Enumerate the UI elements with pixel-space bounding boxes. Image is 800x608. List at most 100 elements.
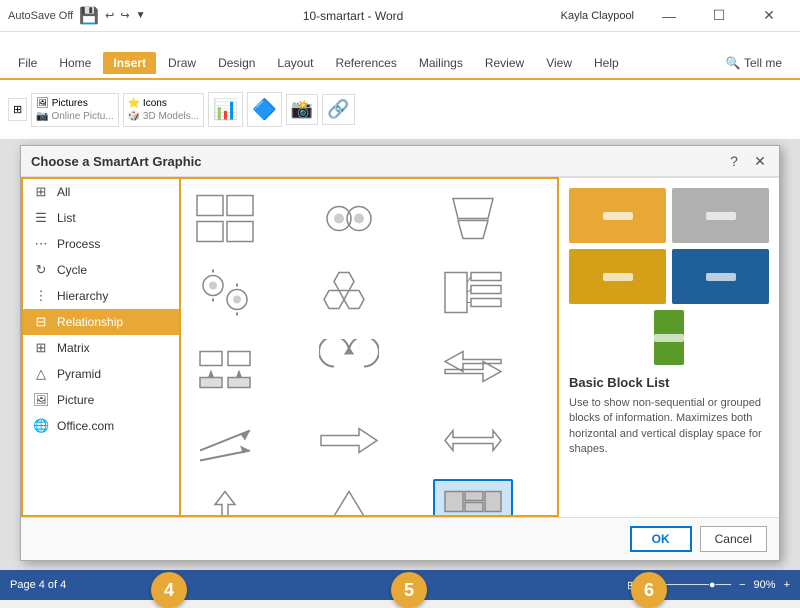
matrix-icon: ⊞ (33, 340, 49, 356)
undo-icon[interactable]: ↩ (105, 9, 114, 22)
badge-5: 5 (391, 572, 427, 608)
tab-file[interactable]: File (8, 52, 47, 74)
zoom-minus[interactable]: − (739, 579, 745, 591)
category-cycle[interactable]: ↻ Cycle (23, 257, 179, 283)
graphic-item-11[interactable] (309, 405, 389, 475)
graphic-svg-3 (443, 191, 503, 246)
relationship-icon: ⊟ (33, 314, 49, 330)
graphics-grid (185, 183, 553, 517)
tab-tell-me[interactable]: 🔍 Tell me (716, 52, 792, 74)
category-list[interactable]: ☰ List (23, 205, 179, 231)
tab-home[interactable]: Home (49, 52, 101, 74)
zoom-plus[interactable]: + (784, 579, 790, 591)
hierarchy-icon: ⋮ (33, 288, 49, 304)
tab-references[interactable]: References (325, 52, 406, 74)
tab-insert[interactable]: Insert (103, 52, 156, 74)
graphic-item-9[interactable] (433, 331, 513, 401)
dropdown-icon[interactable]: ▼ (136, 10, 146, 21)
window-title: 10-smartart - Word (303, 9, 403, 23)
graphic-item-15[interactable] (433, 479, 513, 517)
maximize-button[interactable]: ☐ (696, 2, 742, 30)
category-pyramid-label: Pyramid (57, 367, 101, 381)
redo-icon[interactable]: ↪ (120, 9, 129, 22)
graphic-item-8[interactable] (309, 331, 389, 401)
preview-panel: Basic Block List Use to show non-sequent… (559, 177, 779, 517)
graphic-item-1[interactable] (185, 183, 265, 253)
graphic-item-10[interactable] (185, 405, 265, 475)
dialog-close-button[interactable]: ✕ (751, 152, 769, 170)
3d-models-label[interactable]: 🎲 3D Models... (128, 111, 199, 122)
close-button[interactable]: ✕ (746, 2, 792, 30)
pyramid-icon: △ (33, 366, 49, 382)
category-process-label: Process (57, 237, 100, 251)
preview-tile-yellow (569, 249, 666, 304)
graphic-svg-9 (443, 339, 503, 394)
preview-title: Basic Block List (569, 375, 769, 390)
category-picture[interactable]: 🖼 Picture (23, 387, 179, 413)
tab-help[interactable]: Help (584, 52, 629, 74)
tab-layout[interactable]: Layout (267, 52, 323, 74)
save-icon[interactable]: 💾 (79, 6, 99, 26)
picture-icon: 🖼 (33, 392, 49, 408)
zoom-level: 90% (754, 579, 776, 591)
graphic-item-12[interactable] (433, 405, 513, 475)
screenshot-button[interactable]: 📸 (286, 94, 318, 125)
titlebar: AutoSave Off 💾 ↩ ↪ ▼ 10-smartart - Word … (0, 0, 800, 32)
graphic-item-2[interactable] (309, 183, 389, 253)
category-all[interactable]: ⊞ All (23, 179, 179, 205)
link-button[interactable]: 🔗 (322, 94, 354, 125)
online-pictures-label[interactable]: 📷 Online Pictu... (36, 111, 113, 122)
category-pyramid[interactable]: △ Pyramid (23, 361, 179, 387)
preview-bar-5 (654, 334, 684, 342)
autosave-label: AutoSave Off (8, 10, 73, 22)
graphic-item-4[interactable] (185, 257, 265, 327)
graphic-item-5[interactable] (309, 257, 389, 327)
pictures-label[interactable]: 🖼 Pictures (36, 98, 113, 109)
category-panel: ⊞ All ☰ List ⋯ Process ↻ Cycle ⋮ Hiera (21, 177, 181, 517)
preview-tile-orange (569, 188, 666, 243)
main-area: Choose a SmartArt Graphic ? ✕ ⊞ All ☰ Li… (0, 140, 800, 570)
category-picture-label: Picture (57, 393, 94, 407)
graphic-item-7[interactable] (185, 331, 265, 401)
category-office[interactable]: 🌐 Office.com (23, 413, 179, 439)
zoom-slider[interactable]: ──────●── (662, 579, 731, 591)
graphic-item-6[interactable] (433, 257, 513, 327)
tab-draw[interactable]: Draw (158, 52, 206, 74)
category-relationship-label: Relationship (57, 315, 123, 329)
tab-view[interactable]: View (536, 52, 582, 74)
icons-label[interactable]: ⭐ Icons (128, 98, 199, 109)
graphic-item-14[interactable] (309, 479, 389, 517)
preview-tile-gray (672, 188, 769, 243)
graphic-svg-15 (443, 487, 503, 518)
category-all-label: All (57, 185, 70, 199)
graphic-svg-8 (319, 339, 379, 394)
graphic-svg-14 (319, 487, 379, 518)
category-matrix[interactable]: ⊞ Matrix (23, 335, 179, 361)
list-icon: ☰ (33, 210, 49, 226)
titlebar-right: Kayla Claypool — ☐ ✕ (561, 2, 792, 30)
category-relationship[interactable]: ⊟ Relationship (23, 309, 179, 335)
graphic-item-3[interactable] (433, 183, 513, 253)
cycle-icon: ↻ (33, 262, 49, 278)
office-icon: 🌐 (33, 418, 49, 434)
category-process[interactable]: ⋯ Process (23, 231, 179, 257)
cancel-button[interactable]: Cancel (700, 526, 767, 552)
graphic-svg-1 (195, 191, 255, 246)
tab-mailings[interactable]: Mailings (409, 52, 473, 74)
help-button[interactable]: ? (725, 152, 743, 170)
tab-design[interactable]: Design (208, 52, 265, 74)
table-icon[interactable]: ⊞ (13, 103, 22, 116)
dialog-title: Choose a SmartArt Graphic (31, 154, 202, 169)
graphic-svg-7 (195, 339, 255, 394)
chart-button[interactable]: 📊 (208, 92, 243, 127)
preview-bar-3 (603, 273, 633, 281)
tab-review[interactable]: Review (475, 52, 534, 74)
minimize-button[interactable]: — (646, 2, 692, 30)
category-hierarchy[interactable]: ⋮ Hierarchy (23, 283, 179, 309)
ok-button[interactable]: OK (630, 526, 692, 552)
graphic-item-13[interactable] (185, 479, 265, 517)
smartart-button[interactable]: 🔷 (247, 92, 282, 127)
process-icon: ⋯ (33, 236, 49, 252)
preview-bar-1 (603, 212, 633, 220)
category-matrix-label: Matrix (57, 341, 90, 355)
